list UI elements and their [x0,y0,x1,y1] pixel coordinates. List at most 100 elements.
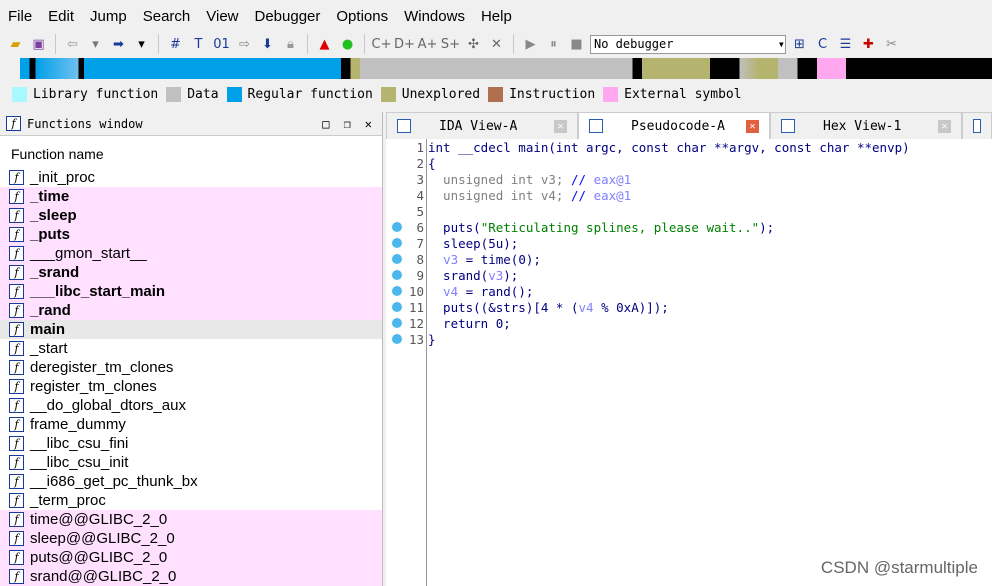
tab-ida-view-a[interactable]: IDA View-A ✕ [386,112,578,139]
function-row[interactable]: f __do_global_dtors_aux [0,396,382,415]
menu-search[interactable]: Search [135,8,199,25]
jump-icon[interactable]: ⬇ [258,35,277,54]
lock-icon[interactable]: 🔒︎ [281,35,300,54]
code-line[interactable]: 12 return 0; [386,315,992,331]
chevron-down-icon[interactable]: ▾ [86,35,105,54]
pause-icon[interactable]: ⏸︎ [544,35,563,54]
graph-icon[interactable]: ⊞ [790,35,809,54]
green-circle-icon[interactable]: ● [338,35,357,54]
string-icon[interactable]: S+ [441,35,460,54]
menu-edit[interactable]: Edit [40,8,82,25]
code-line[interactable]: 5 [386,203,992,219]
function-row[interactable]: f time@@GLIBC_2_0 [0,510,382,529]
breakpoint-dot[interactable] [392,270,402,280]
tools-icon[interactable]: ✂ [882,35,901,54]
tab-pseudocode-a[interactable]: Pseudocode-A ✕ [578,112,770,139]
function-row[interactable]: f _rand [0,301,382,320]
open-icon[interactable]: ▰ [6,35,25,54]
menu-debugger[interactable]: Debugger [247,8,329,25]
function-row[interactable]: f ___gmon_start__ [0,244,382,263]
function-row[interactable]: f _puts [0,225,382,244]
code-line[interactable]: 7 sleep(5u); [386,235,992,251]
pseudocode-view[interactable]: 1 int __cdecl main(int argc, const char *… [386,139,992,586]
code-line[interactable]: 6 puts("Reticulating splines, please wai… [386,219,992,235]
code-line[interactable]: 9 srand(v3); [386,267,992,283]
menu-windows[interactable]: Windows [396,8,473,25]
menu-file[interactable]: File [0,8,40,25]
code-line[interactable]: 13} [386,331,992,347]
function-row[interactable]: f _time [0,187,382,206]
tab-hex-view-1[interactable]: Hex View-1 ✕ [770,112,962,139]
function-row[interactable]: f _start [0,339,382,358]
back-icon[interactable]: ⇦ [63,35,82,54]
code-line[interactable]: 2{ [386,155,992,171]
function-row[interactable]: f ___libc_start_main [0,282,382,301]
struct-icon[interactable]: ✣ [464,35,483,54]
breakpoint-dot[interactable] [392,302,402,312]
function-row[interactable]: f __libc_csu_fini [0,434,382,453]
breakpoint-dot[interactable] [392,254,402,264]
code-line[interactable]: 1 int __cdecl main(int argc, const char *… [386,139,992,155]
restore-icon[interactable]: ❐ [344,117,351,131]
function-row[interactable]: f frame_dummy [0,415,382,434]
search-binary-icon[interactable]: 01 [212,35,231,54]
ascii-icon[interactable]: A+ [418,35,438,54]
options-icon[interactable]: ☰ [836,35,855,54]
warning-icon[interactable]: ▲ [315,35,334,54]
tab-more[interactable] [962,112,992,139]
close-icon[interactable]: ✕ [365,117,372,131]
undefine-icon[interactable]: ✕ [487,35,506,54]
function-row[interactable]: f _sleep [0,206,382,225]
close-icon[interactable]: ✕ [938,119,951,133]
function-row[interactable]: f deregister_tm_clones [0,358,382,377]
chevron-down-icon[interactable]: ▾ [132,35,151,54]
function-row[interactable]: f puts@@GLIBC_2_0 [0,548,382,567]
search-text-icon[interactable]: T [189,35,208,54]
function-row[interactable]: f _srand [0,263,382,282]
function-row[interactable]: f srand@@GLIBC_2_0 [0,567,382,586]
close-icon[interactable]: ✕ [554,119,567,133]
debugger-select[interactable]: No debugger ▾ [590,34,786,54]
function-row[interactable]: f __i686_get_pc_thunk_bx [0,472,382,491]
breakpoint-dot[interactable] [392,142,402,152]
breakpoint-dot[interactable] [392,286,402,296]
breakpoint-dot[interactable] [392,222,402,232]
code-line[interactable]: 4 unsigned int v4; // eax@1 [386,187,992,203]
close-icon[interactable]: ✕ [746,119,759,133]
code-line[interactable]: 10 v4 = rand(); [386,283,992,299]
minimize-icon[interactable]: □ [322,117,329,131]
breakpoint-dot[interactable] [392,158,402,168]
breakpoint-dot[interactable] [392,190,402,200]
menu-options[interactable]: Options [328,8,396,25]
code-line[interactable]: 8 v3 = time(0); [386,251,992,267]
refresh-icon[interactable]: C [813,35,832,54]
breakpoint-dot[interactable] [392,238,402,248]
forward-icon[interactable]: ➡ [109,35,128,54]
function-row[interactable]: f _term_proc [0,491,382,510]
code-line[interactable]: 3 unsigned int v3; // eax@1 [386,171,992,187]
play-icon[interactable]: ▶ [521,35,540,54]
save-icon[interactable]: ▣ [29,35,48,54]
menu-view[interactable]: View [198,8,246,25]
function-row[interactable]: f main [0,320,382,339]
function-row[interactable]: f sleep@@GLIBC_2_0 [0,529,382,548]
breakpoint-dot[interactable] [392,318,402,328]
code-line[interactable]: 11 puts((&strs)[4 * (v4 % 0xA)]); [386,299,992,315]
function-icon: f [9,322,24,337]
breakpoint-dot[interactable] [392,206,402,216]
code-icon[interactable]: C+ [372,35,392,54]
stop-icon[interactable]: ■ [567,35,586,54]
function-row[interactable]: f __libc_csu_init [0,453,382,472]
search-hash-icon[interactable]: # [166,35,185,54]
menu-help[interactable]: Help [473,8,520,25]
function-row[interactable]: f _init_proc [0,168,382,187]
search-next-icon[interactable]: ⇨ [235,35,254,54]
menu-jump[interactable]: Jump [82,8,135,25]
column-header-function-name[interactable]: Function name [0,136,382,168]
data-icon[interactable]: D+ [394,35,415,54]
function-row[interactable]: f register_tm_clones [0,377,382,396]
plugin-icon[interactable]: ✚ [859,35,878,54]
breakpoint-dot[interactable] [392,334,402,344]
breakpoint-dot[interactable] [392,174,402,184]
navigation-band[interactable] [20,58,992,79]
